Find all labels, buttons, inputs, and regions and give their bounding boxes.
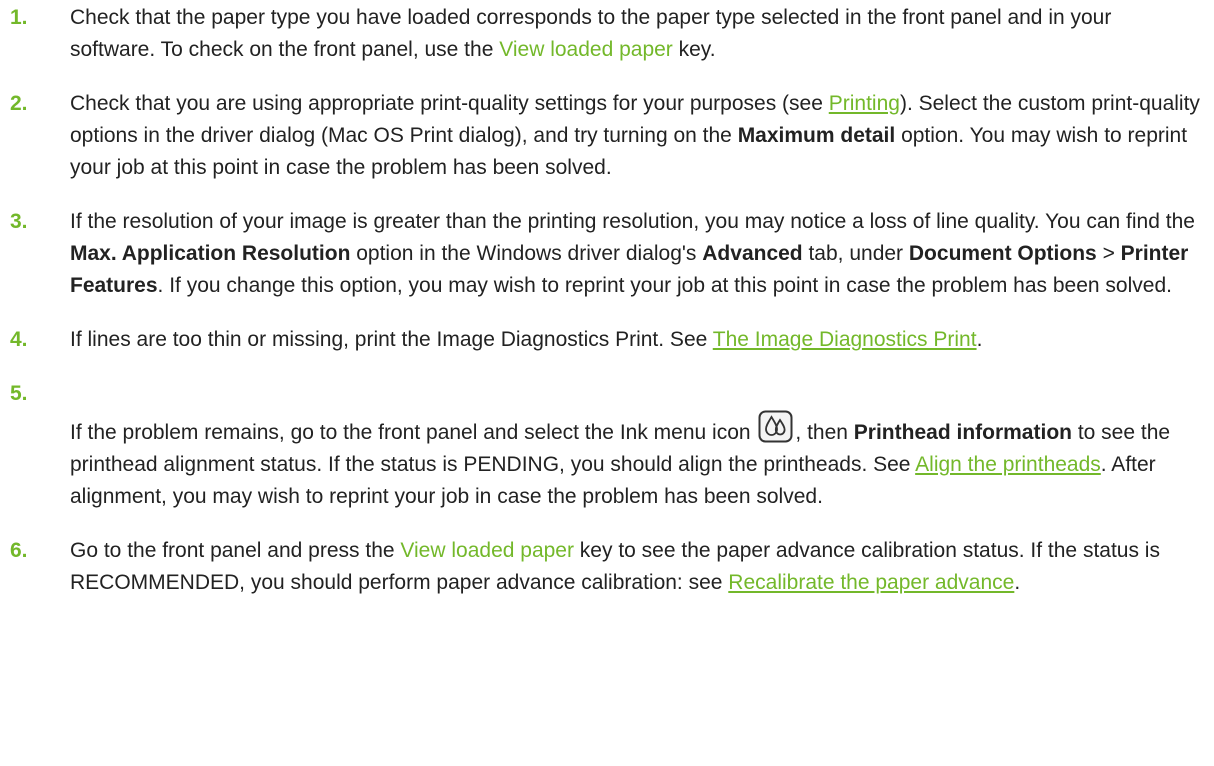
recalibrate-paper-advance-link[interactable]: Recalibrate the paper advance [728,571,1014,594]
step-2: 2. Check that you are using appropriate … [0,88,1214,184]
step-text: Check that the paper type you have loade… [70,6,1112,61]
step-number: 4. [10,328,28,351]
step-6: 6. Go to the front panel and press the V… [0,535,1214,599]
step-number: 3. [10,210,28,233]
bold-term: Maximum detail [737,124,896,147]
bold-term: Document Options [908,242,1097,265]
view-loaded-paper-key: View loaded paper [400,539,574,562]
bold-term: Max. Application Resolution [70,242,351,265]
image-diagnostics-print-link[interactable]: The Image Diagnostics Print [713,328,977,351]
view-loaded-paper-key: View loaded paper [499,38,673,61]
step-text: If the resolution of your image is great… [70,210,1195,297]
ink-menu-icon [758,410,793,443]
printing-link[interactable]: Printing [829,92,900,115]
step-number: 1. [10,6,28,29]
step-number: 2. [10,92,28,115]
step-3: 3. If the resolution of your image is gr… [0,206,1214,302]
step-number: 5. [10,382,28,405]
step-text: Check that you are using appropriate pri… [70,92,1200,179]
bold-term: Advanced [702,242,803,265]
step-text: If the problem remains, go to the front … [70,410,1200,513]
step-4: 4. If lines are too thin or missing, pri… [0,324,1214,356]
step-5: 5. If the problem remains, go to the fro… [0,378,1214,513]
troubleshooting-steps: 1. Check that the paper type you have lo… [0,2,1214,599]
align-printheads-link[interactable]: Align the printheads [915,453,1101,476]
step-number: 6. [10,539,28,562]
step-text: If lines are too thin or missing, print … [70,328,983,351]
step-1: 1. Check that the paper type you have lo… [0,2,1214,66]
step-text: Go to the front panel and press the View… [70,539,1160,594]
bold-term: Printhead information [853,421,1072,444]
